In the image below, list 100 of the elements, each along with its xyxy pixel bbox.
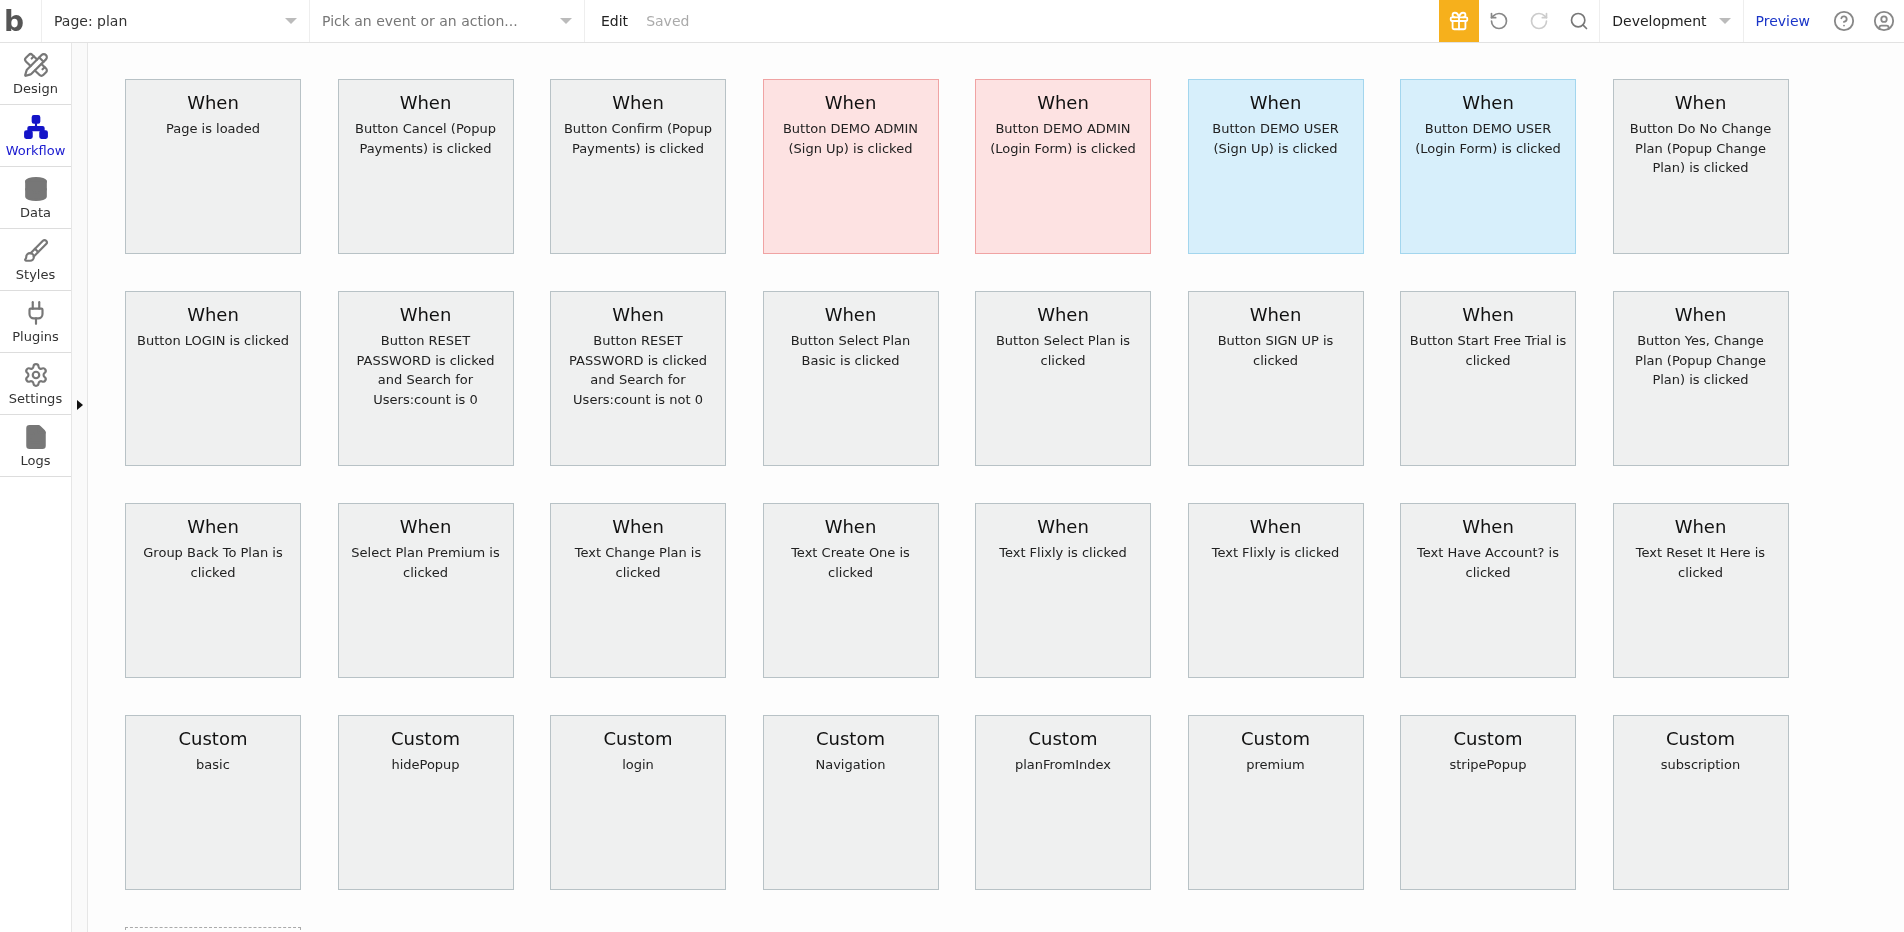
event-description: Button SIGN UP is clicked [1216,332,1335,370]
event-type: When [187,516,239,537]
event-description: Group Back To Plan is clicked [142,544,284,582]
event-card[interactable]: Custom Navigation [762,715,939,890]
event-description: premium [1246,756,1305,774]
event-card[interactable]: When Button Cancel (Popup Payments) is clicked [337,79,514,254]
save-status: Saved [646,13,690,29]
event-card[interactable]: When Button Select Plan is clicked [975,291,1151,466]
event-card[interactable]: When Button DEMO ADMIN (Sign Up) is clicked [762,79,939,254]
event-card[interactable]: When Group Back To Plan is clicked [125,503,301,678]
event-card[interactable]: Custom hidePopup [337,715,514,890]
event-description: Button DEMO ADMIN (Sign Up) is clicked [781,120,920,158]
event-description: Button Cancel (Popup Payments) is clicked [354,120,497,158]
event-card[interactable]: When Text Flixly is clicked [1187,503,1364,678]
event-card[interactable]: Custom basic [125,715,301,890]
event-card[interactable]: When Page is loaded [125,79,301,254]
event-type: When [1462,516,1514,537]
event-description: Text Reset It Here is clicked [1634,544,1767,582]
event-card[interactable]: When Text Have Account? is clicked [1400,503,1576,678]
event-card[interactable]: When Button DEMO USER (Sign Up) is clicked [1187,79,1364,254]
event-card[interactable]: Custom login [550,715,726,890]
expand-arrow-icon[interactable] [77,400,83,410]
page-dropdown[interactable]: Page: plan [42,0,310,42]
event-type: When [1674,516,1727,537]
event-card[interactable]: When Button Do No Change Plan (Popup Change Plan) is clicked [1612,79,1789,254]
event-description: Text Flixly is clicked [999,544,1127,562]
event-card[interactable]: Custom subscription [1612,715,1789,890]
event-type: When [824,516,877,537]
event-card[interactable]: When Text Create One is clicked [762,503,939,678]
event-card[interactable]: When Button DEMO ADMIN (Login Form) is clicked [975,79,1151,254]
event-type: When [1037,92,1089,113]
event-description: hidePopup [391,756,460,774]
event-description: Navigation [815,756,886,774]
event-type: When [612,516,664,537]
event-type: When [187,92,239,113]
event-type: Custom [816,728,885,749]
event-description: Page is loaded [165,120,261,138]
gift-icon [1448,10,1471,32]
event-card[interactable]: When Text Reset It Here is clicked [1612,503,1789,678]
event-description: Button DEMO USER (Sign Up) is clicked [1211,120,1340,158]
event-description: Button LOGIN is clicked [137,332,289,350]
sidebar-tab[interactable]: Workflow [0,105,71,167]
event-card[interactable]: When Button RESET PASSWORD is clicked and Search for Users:count is 0 [337,291,514,466]
event-type: When [1249,516,1302,537]
event-picker[interactable]: Pick an event or an action... [310,0,585,42]
sidebar-tab[interactable]: Plugins [0,291,71,353]
event-type: Custom [1028,728,1098,749]
event-description: Text Change Plan is clicked [573,544,703,582]
event-card[interactable]: When Button Start Free Trial is clicked [1400,291,1576,466]
event-card[interactable]: When Button DEMO USER (Login Form) is clicked [1400,79,1576,254]
logo[interactable]: b [0,0,42,42]
event-description: Button Start Free Trial is clicked [1409,332,1567,370]
event-card[interactable]: When Button RESET PASSWORD is clicked and Search for Users:count is not 0 [550,291,726,466]
event-card[interactable]: When Text Change Plan is clicked [550,503,726,678]
event-card[interactable]: When Button SIGN UP is clicked [1187,291,1364,466]
event-type: Custom [1241,728,1310,749]
event-description: Button DEMO ADMIN (Login Form) is clicked [989,120,1137,158]
event-type: When [1249,304,1302,325]
event-description: Button Yes, Change Plan (Popup Change Plan) is clicked [1634,332,1767,389]
event-type: Custom [391,728,460,749]
sidebar-tab[interactable]: Logs [0,415,71,477]
undo-icon [1489,11,1510,31]
event-type: When [187,304,239,325]
event-card[interactable]: Custom planFromIndex [975,715,1151,890]
event-type: When [1674,92,1727,113]
help-icon [1833,10,1855,32]
event-card[interactable]: Custom stripePopup [1400,715,1576,890]
event-description: login [622,756,654,774]
gift-button[interactable] [1439,0,1480,42]
event-description: Button Confirm (Popup Payments) is clicked [562,120,714,158]
event-description: Button RESET PASSWORD is clicked and Search for Users:count is 0 [355,332,496,409]
pencil-ruler-icon [22,51,49,78]
event-card[interactable]: When Button Yes, Change Plan (Popup Change Plan) is clicked [1612,291,1789,466]
event-type: Custom [1666,728,1735,749]
event-description: Text Create One is clicked [790,544,911,582]
event-card[interactable]: When Text Flixly is clicked [975,503,1151,678]
preview-link[interactable]: Preview [1755,13,1810,29]
event-card[interactable]: When Select Plan Premium is clicked [337,503,514,678]
database-icon [22,175,49,202]
sidebar-tab[interactable]: Data [0,167,71,229]
event-type: When [612,92,664,113]
sidebar-tab[interactable]: Settings [0,353,71,415]
event-type: When [1249,92,1302,113]
sidebar-tab[interactable]: Design [0,43,71,105]
event-card[interactable]: Custom premium [1187,715,1364,890]
event-card[interactable]: When Button Confirm (Popup Payments) is clicked [550,79,726,254]
environment-dropdown[interactable]: Development [1599,0,1744,42]
event-description: Button Select Plan Basic is clicked [789,332,912,370]
event-card[interactable]: When Button Select Plan Basic is clicked [762,291,939,466]
event-type: When [824,92,877,113]
event-type: When [1462,92,1514,113]
sidebar-tab[interactable]: Styles [0,229,71,291]
event-description: Text Flixly is clicked [1211,544,1340,562]
event-type: When [1462,304,1514,325]
event-description: Button Do No Change Plan (Popup Change Plan) is clicked [1628,120,1773,177]
brush-icon [22,237,49,264]
edit-menu[interactable]: Edit [601,13,629,29]
event-card[interactable]: When Button LOGIN is clicked [125,291,301,466]
event-description: Text Have Account? is clicked [1416,544,1560,582]
event-type: Custom [1453,728,1523,749]
